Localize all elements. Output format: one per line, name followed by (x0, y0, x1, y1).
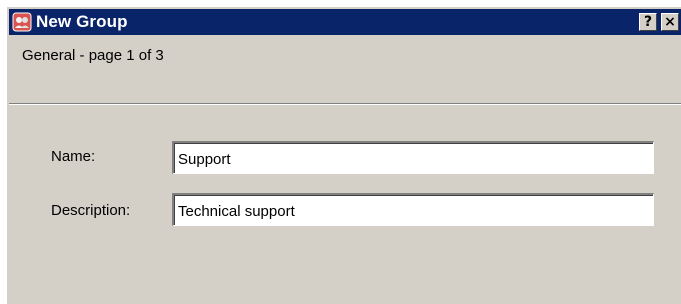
name-label: Name: (51, 148, 96, 165)
page-heading: General - page 1 of 3 (22, 47, 164, 64)
header-separator (9, 103, 681, 105)
new-group-dialog: New Group ? × General - page 1 of 3 Name… (6, 6, 681, 304)
page-header: General - page 1 of 3 (9, 35, 681, 107)
title-bar[interactable]: New Group ? × (9, 9, 681, 35)
close-button[interactable]: × (661, 13, 679, 31)
name-input[interactable] (172, 141, 654, 174)
window-title: New Group (36, 12, 128, 31)
group-app-icon (12, 12, 32, 32)
description-input[interactable] (172, 193, 654, 226)
help-button[interactable]: ? (639, 13, 657, 31)
description-label: Description: (51, 202, 131, 219)
